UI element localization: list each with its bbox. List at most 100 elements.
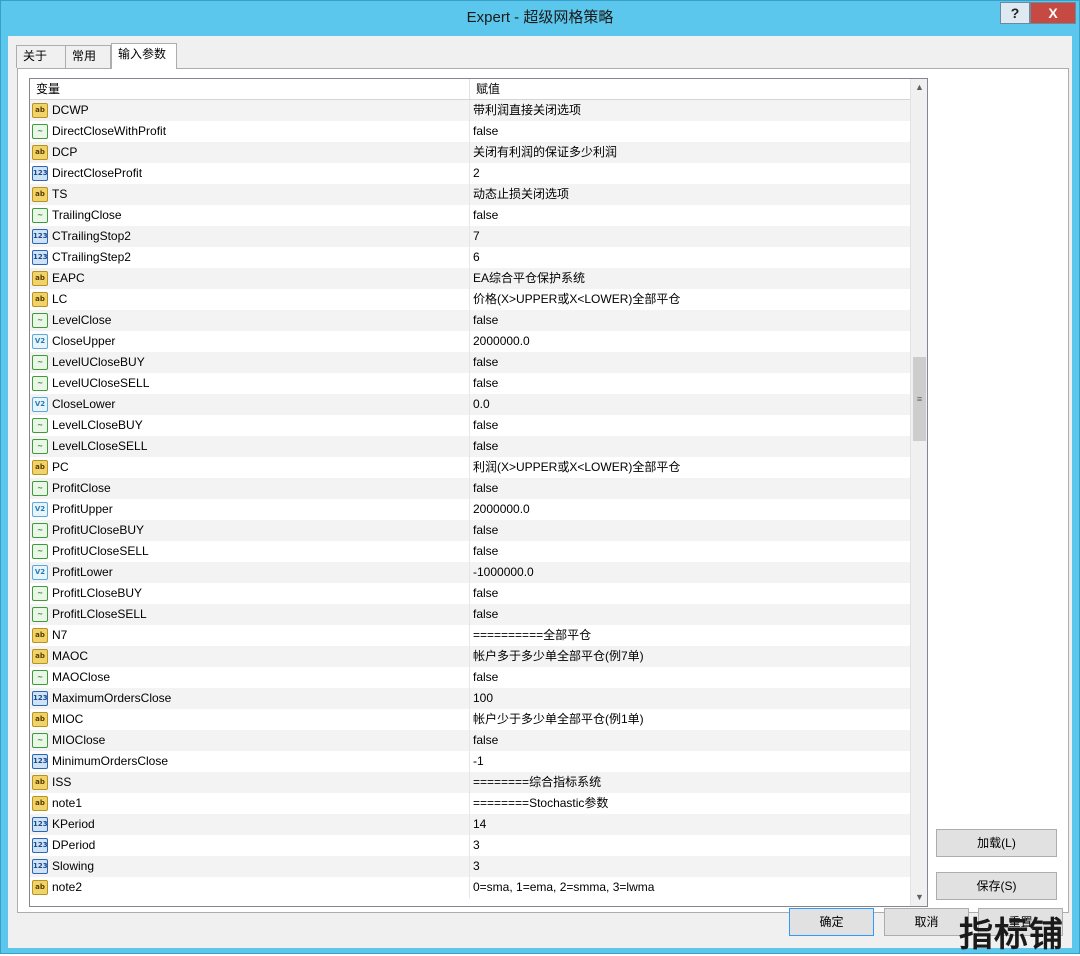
param-row[interactable]: ab note1 ========Stochastic参数	[30, 793, 910, 814]
param-row[interactable]: 123 KPeriod 14	[30, 814, 910, 835]
param-value[interactable]: false	[473, 667, 498, 688]
close-button[interactable]: X	[1030, 2, 1076, 24]
param-value[interactable]: 利润(X>UPPER或X<LOWER)全部平仓	[473, 457, 680, 478]
param-row[interactable]: V2 ProfitLower -1000000.0	[30, 562, 910, 583]
param-value[interactable]: 带利润直接关闭选项	[473, 100, 581, 121]
param-value[interactable]: false	[473, 436, 498, 457]
tab-common[interactable]: 常用	[65, 45, 111, 68]
param-row[interactable]: ab note2 0=sma, 1=ema, 2=smma, 3=lwma	[30, 877, 910, 898]
column-divider	[469, 667, 470, 688]
param-value[interactable]: 2000000.0	[473, 499, 530, 520]
param-name: LevelUCloseBUY	[52, 355, 145, 369]
param-row[interactable]: 123 MinimumOrdersClose -1	[30, 751, 910, 772]
param-value[interactable]: 3	[473, 856, 480, 877]
param-row[interactable]: ab DCP 关闭有利润的保证多少利润	[30, 142, 910, 163]
param-value[interactable]: 帐户多于多少单全部平仓(例7单)	[473, 646, 644, 667]
param-value[interactable]: false	[473, 205, 498, 226]
param-value[interactable]: false	[473, 604, 498, 625]
param-value[interactable]: 100	[473, 688, 493, 709]
param-row[interactable]: ab N7 ==========全部平仓	[30, 625, 910, 646]
param-row[interactable]: ~ ProfitUCloseBUY false	[30, 520, 910, 541]
load-button[interactable]: 加载(L)	[936, 829, 1057, 857]
param-value[interactable]: false	[473, 583, 498, 604]
param-row[interactable]: ~ ProfitLCloseBUY false	[30, 583, 910, 604]
param-row[interactable]: ~ LevelLCloseSELL false	[30, 436, 910, 457]
param-value[interactable]: 2	[473, 163, 480, 184]
column-header-value[interactable]: 赋值	[470, 79, 500, 99]
param-value[interactable]: false	[473, 730, 498, 751]
param-value[interactable]: false	[473, 310, 498, 331]
param-row[interactable]: ~ LevelClose false	[30, 310, 910, 331]
param-name: KPeriod	[52, 817, 95, 831]
param-value[interactable]: 3	[473, 835, 480, 856]
param-value[interactable]: false	[473, 373, 498, 394]
param-row[interactable]: ~ TrailingClose false	[30, 205, 910, 226]
param-value[interactable]: false	[473, 478, 498, 499]
param-row[interactable]: ab TS 动态止损关闭选项	[30, 184, 910, 205]
param-row[interactable]: 123 Slowing 3	[30, 856, 910, 877]
param-row[interactable]: ~ LevelLCloseBUY false	[30, 415, 910, 436]
param-name: MaximumOrdersClose	[52, 691, 172, 705]
param-row[interactable]: ab MAOC 帐户多于多少单全部平仓(例7单)	[30, 646, 910, 667]
param-value[interactable]: 6	[473, 247, 480, 268]
param-value[interactable]: false	[473, 541, 498, 562]
param-value[interactable]: 2000000.0	[473, 331, 530, 352]
param-name: ProfitClose	[52, 481, 111, 495]
param-row[interactable]: ~ ProfitUCloseSELL false	[30, 541, 910, 562]
vertical-scrollbar[interactable]: ▲ ≡ ▼	[910, 79, 927, 906]
param-row[interactable]: 123 MaximumOrdersClose 100	[30, 688, 910, 709]
param-row[interactable]: ~ DirectCloseWithProfit false	[30, 121, 910, 142]
param-value[interactable]: false	[473, 520, 498, 541]
param-row[interactable]: ab ISS ========综合指标系统	[30, 772, 910, 793]
param-row[interactable]: V2 CloseUpper 2000000.0	[30, 331, 910, 352]
param-value[interactable]: ========综合指标系统	[473, 772, 601, 793]
param-value[interactable]: 7	[473, 226, 480, 247]
param-value[interactable]: 0.0	[473, 394, 490, 415]
cancel-button[interactable]: 取消	[884, 908, 969, 936]
param-row[interactable]: ab EAPC EA综合平仓保护系统	[30, 268, 910, 289]
param-value[interactable]: -1	[473, 751, 484, 772]
param-name: DCP	[52, 145, 78, 159]
param-value[interactable]: 14	[473, 814, 486, 835]
expert-dialog-window: Expert - 超级网格策略 ? X 关于 常用 输入参数 变量 赋值 ab D…	[0, 0, 1080, 955]
help-button[interactable]: ?	[1000, 2, 1030, 24]
param-row[interactable]: ~ LevelUCloseSELL false	[30, 373, 910, 394]
param-row[interactable]: ab LC 价格(X>UPPER或X<LOWER)全部平仓	[30, 289, 910, 310]
param-row[interactable]: ~ MAOClose false	[30, 667, 910, 688]
scroll-up-arrow-icon[interactable]: ▲	[911, 79, 927, 96]
param-value[interactable]: false	[473, 352, 498, 373]
tab-input-params[interactable]: 输入参数	[111, 43, 177, 69]
param-row[interactable]: 123 CTrailingStop2 7	[30, 226, 910, 247]
param-row[interactable]: ~ LevelUCloseBUY false	[30, 352, 910, 373]
param-value[interactable]: ========Stochastic参数	[473, 793, 608, 814]
param-value[interactable]: 关闭有利润的保证多少利润	[473, 142, 617, 163]
param-value[interactable]: 价格(X>UPPER或X<LOWER)全部平仓	[473, 289, 680, 310]
param-value[interactable]: false	[473, 415, 498, 436]
param-row[interactable]: V2 ProfitUpper 2000000.0	[30, 499, 910, 520]
param-row[interactable]: ab DCWP 带利润直接关闭选项	[30, 100, 910, 121]
str-type-icon: ab	[32, 775, 48, 790]
param-value[interactable]: 0=sma, 1=ema, 2=smma, 3=lwma	[473, 877, 654, 898]
param-value[interactable]: 帐户少于多少单全部平仓(例1单)	[473, 709, 644, 730]
scroll-down-arrow-icon[interactable]: ▼	[911, 889, 927, 906]
param-value[interactable]: false	[473, 121, 498, 142]
save-button[interactable]: 保存(S)	[936, 872, 1057, 900]
tab-about[interactable]: 关于	[16, 45, 66, 68]
column-divider	[469, 373, 470, 394]
param-row[interactable]: ~ ProfitClose false	[30, 478, 910, 499]
param-value[interactable]: -1000000.0	[473, 562, 534, 583]
ok-button[interactable]: 确定	[789, 908, 874, 936]
param-row[interactable]: 123 DPeriod 3	[30, 835, 910, 856]
param-row[interactable]: ~ MIOClose false	[30, 730, 910, 751]
param-value[interactable]: EA综合平仓保护系统	[473, 268, 585, 289]
param-row[interactable]: ~ ProfitLCloseSELL false	[30, 604, 910, 625]
scroll-thumb[interactable]: ≡	[913, 357, 926, 441]
column-header-variable[interactable]: 变量	[30, 79, 60, 99]
param-row[interactable]: 123 DirectCloseProfit 2	[30, 163, 910, 184]
param-row[interactable]: ab MIOC 帐户少于多少单全部平仓(例1单)	[30, 709, 910, 730]
param-row[interactable]: V2 CloseLower 0.0	[30, 394, 910, 415]
param-row[interactable]: 123 CTrailingStep2 6	[30, 247, 910, 268]
param-value[interactable]: ==========全部平仓	[473, 625, 591, 646]
param-row[interactable]: ab PC 利润(X>UPPER或X<LOWER)全部平仓	[30, 457, 910, 478]
param-value[interactable]: 动态止损关闭选项	[473, 184, 569, 205]
